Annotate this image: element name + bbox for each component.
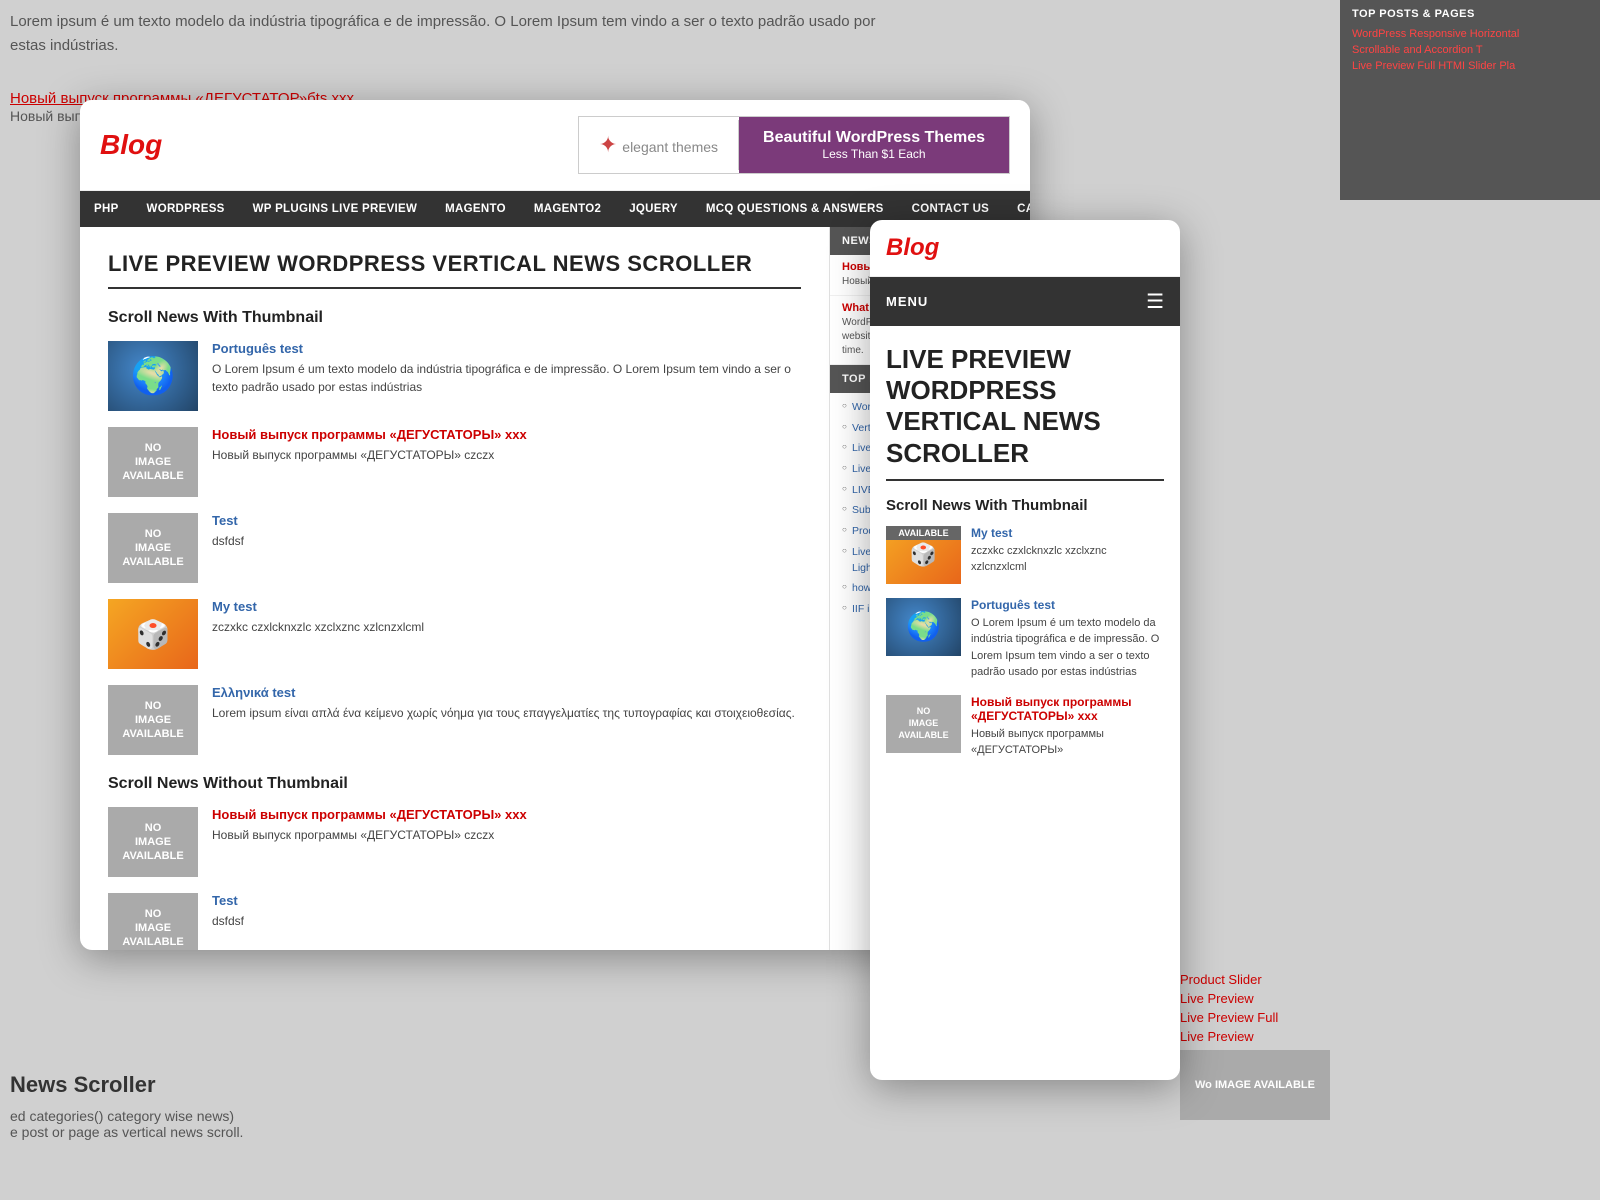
available-badge: AVAILABLE bbox=[886, 526, 961, 540]
nav-magento2[interactable]: MAGENTO2 bbox=[520, 191, 615, 227]
mobile-thumb-1: 🎲 AVAILABLE bbox=[886, 526, 961, 584]
mobile-thumb-noimg: NOIMAGEAVAILABLE bbox=[886, 695, 961, 753]
news-link-3[interactable]: Test bbox=[212, 513, 801, 528]
nav-php[interactable]: PHP bbox=[80, 191, 133, 227]
mobile-news-item-3: NOIMAGEAVAILABLE Новый выпуск программы … bbox=[886, 695, 1164, 759]
news-item-nothumbs-1: NOIMAGEAVAILABLE Новый выпуск программы … bbox=[108, 807, 801, 877]
mobile-thumb-globe bbox=[886, 598, 961, 656]
bottom-right-area: Product Slider Live Preview Live Preview… bbox=[1180, 972, 1580, 1120]
news-item-cube: 🎲 My test zczxkc czxlcknxzlc xzclxznc xz… bbox=[108, 599, 801, 669]
bg-sidebar-link-1[interactable]: WordPress Responsive Horizontal bbox=[1352, 28, 1588, 40]
news-item-3: NOIMAGEAVAILABLE Test dsfdsf bbox=[108, 513, 801, 583]
news-link-1[interactable]: Português test bbox=[212, 341, 801, 356]
news-link-2[interactable]: Новый выпуск программы «ДЕГУСТАТОРЫ» xxx bbox=[212, 427, 801, 442]
banner-tagline: Beautiful WordPress Themes bbox=[763, 129, 985, 147]
bg-sidebar-link-3[interactable]: Live Preview Full HTMI Slider Pla bbox=[1352, 60, 1588, 72]
globe-image bbox=[108, 341, 198, 411]
mobile-globe-image bbox=[886, 598, 961, 656]
bottom-link-product-slider[interactable]: Product Slider bbox=[1180, 972, 1580, 987]
mobile-nav-label: MENU bbox=[886, 294, 928, 309]
news-body-5: Ελληνικά test Lorem ipsum είναι απλά ένα… bbox=[212, 685, 801, 755]
blog-header: Blog ✦ elegant themes Beautiful WordPres… bbox=[80, 100, 1030, 191]
news-item-greek: NOIMAGEAVAILABLE Ελληνικά test Lorem ips… bbox=[108, 685, 801, 755]
mobile-header: Blog bbox=[870, 220, 1180, 277]
no-image-available-thumb: Wo IMAGE AVAILABLE bbox=[1180, 1050, 1330, 1120]
page-title-large: LIVE PREVIEW WORDPRESS VERTICAL NEWS SCR… bbox=[108, 251, 801, 277]
mobile-body-1: My test zczxkc czxlcknxzlc xzclxznc xzlc… bbox=[971, 526, 1164, 584]
news-text-2: Новый выпуск программы «ДЕГУСТАТОРЫ» czc… bbox=[212, 446, 801, 464]
nav-wp-plugins[interactable]: WP PLUGINS LIVE PREVIEW bbox=[239, 191, 432, 227]
news-text-3: dsfdsf bbox=[212, 532, 801, 550]
hamburger-icon[interactable]: ☰ bbox=[1146, 289, 1164, 314]
mobile-news-item-2: Português test O Lorem Ipsum é um texto … bbox=[886, 598, 1164, 681]
news-link-4[interactable]: My test bbox=[212, 599, 801, 614]
news-thumb-globe bbox=[108, 341, 198, 411]
mobile-section1-title: Scroll News With Thumbnail bbox=[886, 497, 1164, 514]
nav-wordpress[interactable]: WORDPRESS bbox=[133, 191, 239, 227]
section2-title: Scroll News Without Thumbnail bbox=[108, 775, 801, 793]
bg-text-3: ed categories() category wise news) bbox=[10, 1108, 910, 1124]
news-link-nt2[interactable]: Test bbox=[212, 893, 801, 908]
news-body-3: Test dsfdsf bbox=[212, 513, 801, 583]
nav-magento[interactable]: MAGENTO bbox=[431, 191, 520, 227]
news-body-1: Português test O Lorem Ipsum é um texto … bbox=[212, 341, 801, 411]
mobile-nav-bar: MENU ☰ bbox=[870, 277, 1180, 326]
mobile-text-2: O Lorem Ipsum é um texto modelo da indús… bbox=[971, 615, 1164, 681]
news-thumb-3: NOIMAGEAVAILABLE bbox=[108, 513, 198, 583]
news-link-nt1[interactable]: Новый выпуск программы «ДЕГУСТАТОРЫ» xxx bbox=[212, 807, 801, 822]
mobile-news-item-1: 🎲 AVAILABLE My test zczxkc czxlcknxzlc x… bbox=[886, 526, 1164, 584]
news-text-1: O Lorem Ipsum é um texto modelo da indús… bbox=[212, 360, 801, 396]
nav-jquery[interactable]: JQUERY bbox=[615, 191, 692, 227]
bottom-link-live-preview-2[interactable]: Live Preview bbox=[1180, 1029, 1580, 1044]
banner-text: Beautiful WordPress Themes Less Than $1 … bbox=[739, 117, 1009, 173]
bg-sidebar-link-2[interactable]: Scrollable and Accordion T bbox=[1352, 44, 1588, 56]
mobile-text-1: zczxkc czxlcknxzlc xzclxznc xzlcnzxlcml bbox=[971, 543, 1164, 576]
news-body-nt1: Новый выпуск программы «ДЕГУСТАТОРЫ» xxx… bbox=[212, 807, 801, 877]
section1-title: Scroll News With Thumbnail bbox=[108, 309, 801, 327]
news-item-nothumbs-2: NOIMAGEAVAILABLE Test dsfdsf bbox=[108, 893, 801, 950]
mobile-body-2: Português test O Lorem Ipsum é um texto … bbox=[971, 598, 1164, 681]
bg-sidebar-top: TOP POSTS & PAGES WordPress Responsive H… bbox=[1340, 0, 1600, 200]
bottom-link-live-preview-full[interactable]: Live Preview Full bbox=[1180, 1010, 1580, 1025]
news-thumb-greek: NOIMAGEAVAILABLE bbox=[108, 685, 198, 755]
bg-bottom-text: News Scroller ed categories() category w… bbox=[10, 1072, 910, 1140]
news-thumb-nt1: NOIMAGEAVAILABLE bbox=[108, 807, 198, 877]
news-thumb-cube: 🎲 bbox=[108, 599, 198, 669]
news-item-globe: Português test O Lorem Ipsum é um texto … bbox=[108, 341, 801, 411]
blog-logo-large: Blog bbox=[100, 129, 162, 161]
mobile-link-1[interactable]: My test bbox=[971, 526, 1164, 540]
mobile-content: LIVE PREVIEW WORDPRESS VERTICAL NEWS SCR… bbox=[870, 326, 1180, 1080]
banner-subtitle: Less Than $1 Each bbox=[763, 147, 985, 161]
news-text-4: zczxkc czxlcknxzlc xzclxznc xzlcnzxlcml bbox=[212, 618, 801, 636]
bg-scroller-heading: News Scroller bbox=[10, 1072, 910, 1098]
mobile-page-title: LIVE PREVIEW WORDPRESS VERTICAL NEWS SCR… bbox=[886, 344, 1164, 469]
news-item-2: NOIMAGEAVAILABLE Новый выпуск программы … bbox=[108, 427, 801, 497]
mobile-text-3: Новый выпуск программы «ДЕГУСТАТОРЫ» bbox=[971, 726, 1164, 759]
news-link-5[interactable]: Ελληνικά test bbox=[212, 685, 801, 700]
mobile-body-3: Новый выпуск программы «ДЕГУСТАТОРЫ» xxx… bbox=[971, 695, 1164, 759]
nav-mcq[interactable]: MCQ QUESTIONS & ANSWERS bbox=[692, 191, 898, 227]
news-body-nt2: Test dsfdsf bbox=[212, 893, 801, 950]
bg-sidebar-title: TOP POSTS & PAGES bbox=[1352, 8, 1588, 20]
news-text-5: Lorem ipsum είναι απλά ένα κείμενο χωρίς… bbox=[212, 704, 801, 722]
blog-window-mobile: Blog MENU ☰ LIVE PREVIEW WORDPRESS VERTI… bbox=[870, 220, 1180, 1080]
banner-logo: ✦ elegant themes bbox=[579, 120, 739, 170]
bg-text-4: e post or page as vertical news scroll. bbox=[10, 1124, 910, 1140]
news-body-4: My test zczxkc czxlcknxzlc xzclxznc xzlc… bbox=[212, 599, 801, 669]
news-text-nt2: dsfdsf bbox=[212, 912, 801, 930]
mobile-link-3[interactable]: Новый выпуск программы «ДЕГУСТАТОРЫ» xxx bbox=[971, 695, 1164, 723]
news-body-2: Новый выпуск программы «ДЕГУСТАТОРЫ» xxx… bbox=[212, 427, 801, 497]
blog-banner: ✦ elegant themes Beautiful WordPress The… bbox=[578, 116, 1010, 174]
mobile-link-2[interactable]: Português test bbox=[971, 598, 1164, 612]
bg-text-top: Lorem ipsum é um texto modelo da indústr… bbox=[10, 10, 890, 58]
news-thumb-2: NOIMAGEAVAILABLE bbox=[108, 427, 198, 497]
blog-main: LIVE PREVIEW WORDPRESS VERTICAL NEWS SCR… bbox=[80, 227, 830, 950]
mobile-divider bbox=[886, 479, 1164, 481]
news-text-nt1: Новый выпуск программы «ДЕГУСТАТОРЫ» czc… bbox=[212, 826, 801, 844]
news-thumb-nt2: NOIMAGEAVAILABLE bbox=[108, 893, 198, 950]
mobile-logo: Blog bbox=[886, 234, 1164, 262]
bottom-link-live-preview-1[interactable]: Live Preview bbox=[1180, 991, 1580, 1006]
title-divider bbox=[108, 287, 801, 289]
